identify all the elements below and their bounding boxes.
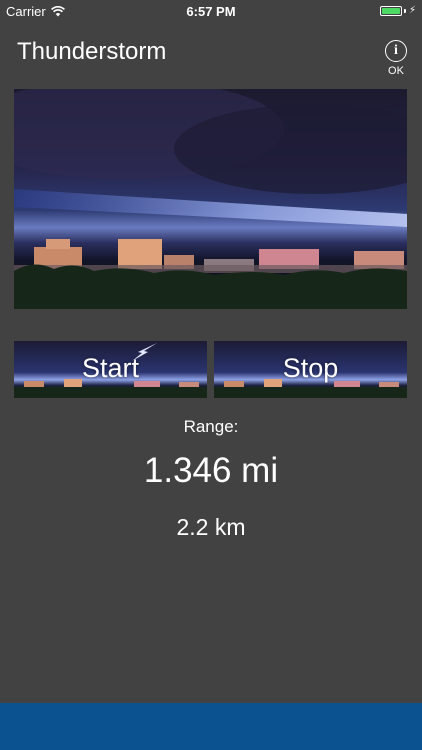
stop-button[interactable]: Stop	[214, 341, 407, 398]
battery-tip	[403, 8, 406, 13]
range-miles-value: 1.346 mi	[143, 451, 279, 490]
status-bar: Carrier 6:57 PM ⚡	[0, 0, 422, 22]
range-km-value: 2.2 km	[176, 514, 246, 540]
start-button[interactable]: Start	[14, 341, 207, 398]
clock: 6:57 PM	[186, 4, 236, 19]
info-ok-label: OK	[388, 65, 404, 77]
battery-indicator: ⚡	[379, 5, 416, 16]
battery-fill	[381, 7, 400, 14]
bottom-banner	[0, 703, 422, 750]
stop-button-label: Stop	[282, 353, 339, 383]
range-label: Range:	[183, 417, 239, 436]
storm-photo	[14, 89, 407, 309]
start-button-label: Start	[81, 353, 140, 383]
info-icon[interactable]: i	[385, 40, 407, 62]
app-screen: Carrier 6:57 PM ⚡ Thunderstorm i OK Star…	[0, 0, 422, 750]
charging-bolt-icon: ⚡	[408, 5, 416, 16]
info-button[interactable]: i OK	[384, 40, 408, 78]
page-title: Thunderstorm	[17, 38, 167, 65]
battery-icon	[379, 5, 402, 16]
